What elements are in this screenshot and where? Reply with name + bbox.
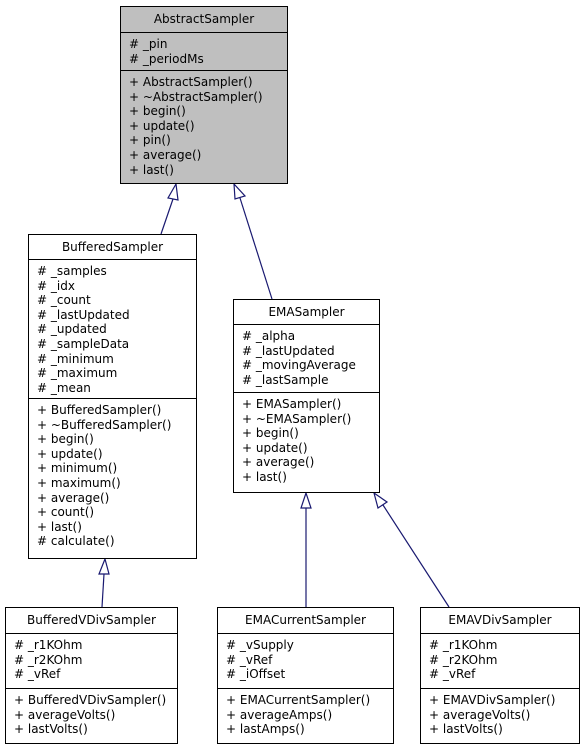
edge-ema-to-abstract <box>239 197 273 300</box>
class-attribute: # _r1KOhm <box>14 638 83 652</box>
class-method: + EMASampler() <box>242 397 342 411</box>
class-attribute: # _r1KOhm <box>429 638 498 652</box>
attributes-section: # _vSupply # _vRef # _iOffset <box>218 634 393 689</box>
class-method: + begin() <box>242 426 299 441</box>
class-method: + begin() <box>129 104 186 119</box>
class-name: EMAVDivSampler <box>421 608 579 634</box>
class-method: + maximum() <box>37 475 121 490</box>
class-method: + update() <box>129 118 195 133</box>
class-method: + ~BufferedSampler() <box>37 417 172 432</box>
class-attribute: # _lastUpdated <box>37 307 130 322</box>
class-attribute: # _pin <box>129 37 168 51</box>
class-method: + average() <box>37 490 110 505</box>
class-method: + lastVolts() <box>14 722 88 737</box>
class-method: + averageVolts() <box>14 707 116 722</box>
attributes-section: # _alpha # _lastUpdated # _movingAverage # … <box>234 325 379 393</box>
edge-emavdiv-to-ema <box>382 504 450 608</box>
class-attribute: # _vRef <box>14 667 61 682</box>
methods-section: + EMACurrentSampler() + averageAmps() + la… <box>218 689 393 737</box>
inherit-arrowhead <box>300 491 312 509</box>
inherit-arrowhead <box>233 182 247 200</box>
inherit-arrowhead <box>372 491 389 509</box>
class-method: + update() <box>242 440 308 455</box>
class-method: + averageVolts() <box>429 707 531 722</box>
methods-section: + AbstractSampler() + ~AbstractSampler() +… <box>121 71 287 177</box>
class-attribute: # _vRef <box>226 652 273 667</box>
class-method: + ~EMASampler() <box>242 411 352 426</box>
class-method: + update() <box>37 446 103 461</box>
class-name: EMACurrentSampler <box>218 608 393 634</box>
class-name: AbstractSampler <box>121 7 287 33</box>
methods-section: + EMASampler() + ~EMASampler() + begin() + … <box>234 393 379 485</box>
class-attribute: # _idx <box>37 278 75 293</box>
class-attribute: # _lastUpdated <box>242 343 335 358</box>
class-method: + BufferedVDivSampler() <box>14 693 167 707</box>
class-method: + ~AbstractSampler() <box>129 89 263 104</box>
class-method: + lastVolts() <box>429 722 503 737</box>
class-name: BufferedVDivSampler <box>6 608 177 634</box>
class-attribute: # _updated <box>37 322 107 337</box>
class-method: + begin() <box>37 432 94 447</box>
class-attribute: # _minimum <box>37 351 114 366</box>
class-buffered-sampler[interactable]: BufferedSampler # _samples # _idx # _count… <box>28 234 197 559</box>
class-emavdiv-sampler[interactable]: EMAVDivSampler # _r1KOhm # _r2KOhm # _vRef… <box>420 607 580 744</box>
class-method: + last() <box>129 162 174 177</box>
attributes-section: # _pin # _periodMs <box>121 33 287 71</box>
class-attribute: # _r2KOhm <box>14 652 83 667</box>
class-name: BufferedSampler <box>29 235 196 260</box>
class-ema-current-sampler[interactable]: EMACurrentSampler # _vSupply # _vRef # _iO… <box>217 607 394 744</box>
attributes-section: # _r1KOhm # _r2KOhm # _vRef <box>6 634 177 689</box>
methods-section: + BufferedVDivSampler() + averageVolts() +… <box>6 689 177 737</box>
class-attribute: # _count <box>37 293 91 308</box>
class-attribute: # _sampleData <box>37 336 130 351</box>
class-abstract-sampler[interactable]: AbstractSampler # _pin # _periodMs + Abst… <box>120 6 288 184</box>
class-buffered-vdiv-sampler[interactable]: BufferedVDivSampler # _r1KOhm # _r2KOhm # … <box>5 607 178 744</box>
attributes-section: # _samples # _idx # _count # _lastUpdated # … <box>29 260 196 399</box>
class-method: + EMACurrentSampler() <box>226 693 371 707</box>
class-method: + last() <box>37 519 82 534</box>
class-method: + pin() <box>129 133 171 148</box>
class-attribute: # _vRef <box>429 667 476 682</box>
class-attribute: # _samples <box>37 264 107 278</box>
class-method: + average() <box>129 147 202 162</box>
class-method: + average() <box>242 455 315 470</box>
class-attribute: # _lastSample <box>242 372 329 387</box>
class-method: + last() <box>242 469 287 484</box>
class-attribute: # _alpha <box>242 329 296 343</box>
class-attribute: # _movingAverage <box>242 358 356 373</box>
methods-section: + EMAVDivSampler() + averageVolts() + last… <box>421 689 579 737</box>
class-attribute: # _r2KOhm <box>429 652 498 667</box>
methods-section: + BufferedSampler() + ~BufferedSampler() +… <box>29 399 196 549</box>
edge-buffvdiv-to-buffered <box>101 573 105 608</box>
class-method: + BufferedSampler() <box>37 403 162 417</box>
edge-buffered-to-abstract <box>160 198 174 235</box>
inherit-arrowhead <box>98 557 110 575</box>
inherit-arrowhead <box>167 182 179 201</box>
class-method: + AbstractSampler() <box>129 75 253 89</box>
class-method: # calculate() <box>37 534 115 549</box>
class-ema-sampler[interactable]: EMASampler # _alpha # _lastUpdated # _movi… <box>233 299 380 493</box>
class-attribute: # _periodMs <box>129 51 204 66</box>
class-method: + EMAVDivSampler() <box>429 693 556 707</box>
class-method: + averageAmps() <box>226 707 333 722</box>
class-method: + lastAmps() <box>226 722 305 737</box>
class-attribute: # _iOffset <box>226 667 286 682</box>
class-method: + count() <box>37 505 95 520</box>
class-attribute: # _maximum <box>37 366 118 381</box>
class-method: + minimum() <box>37 461 118 476</box>
class-attribute: # _vSupply <box>226 638 294 652</box>
class-attribute: # _mean <box>37 380 91 395</box>
class-name: EMASampler <box>234 300 379 325</box>
attributes-section: # _r1KOhm # _r2KOhm # _vRef <box>421 634 579 689</box>
